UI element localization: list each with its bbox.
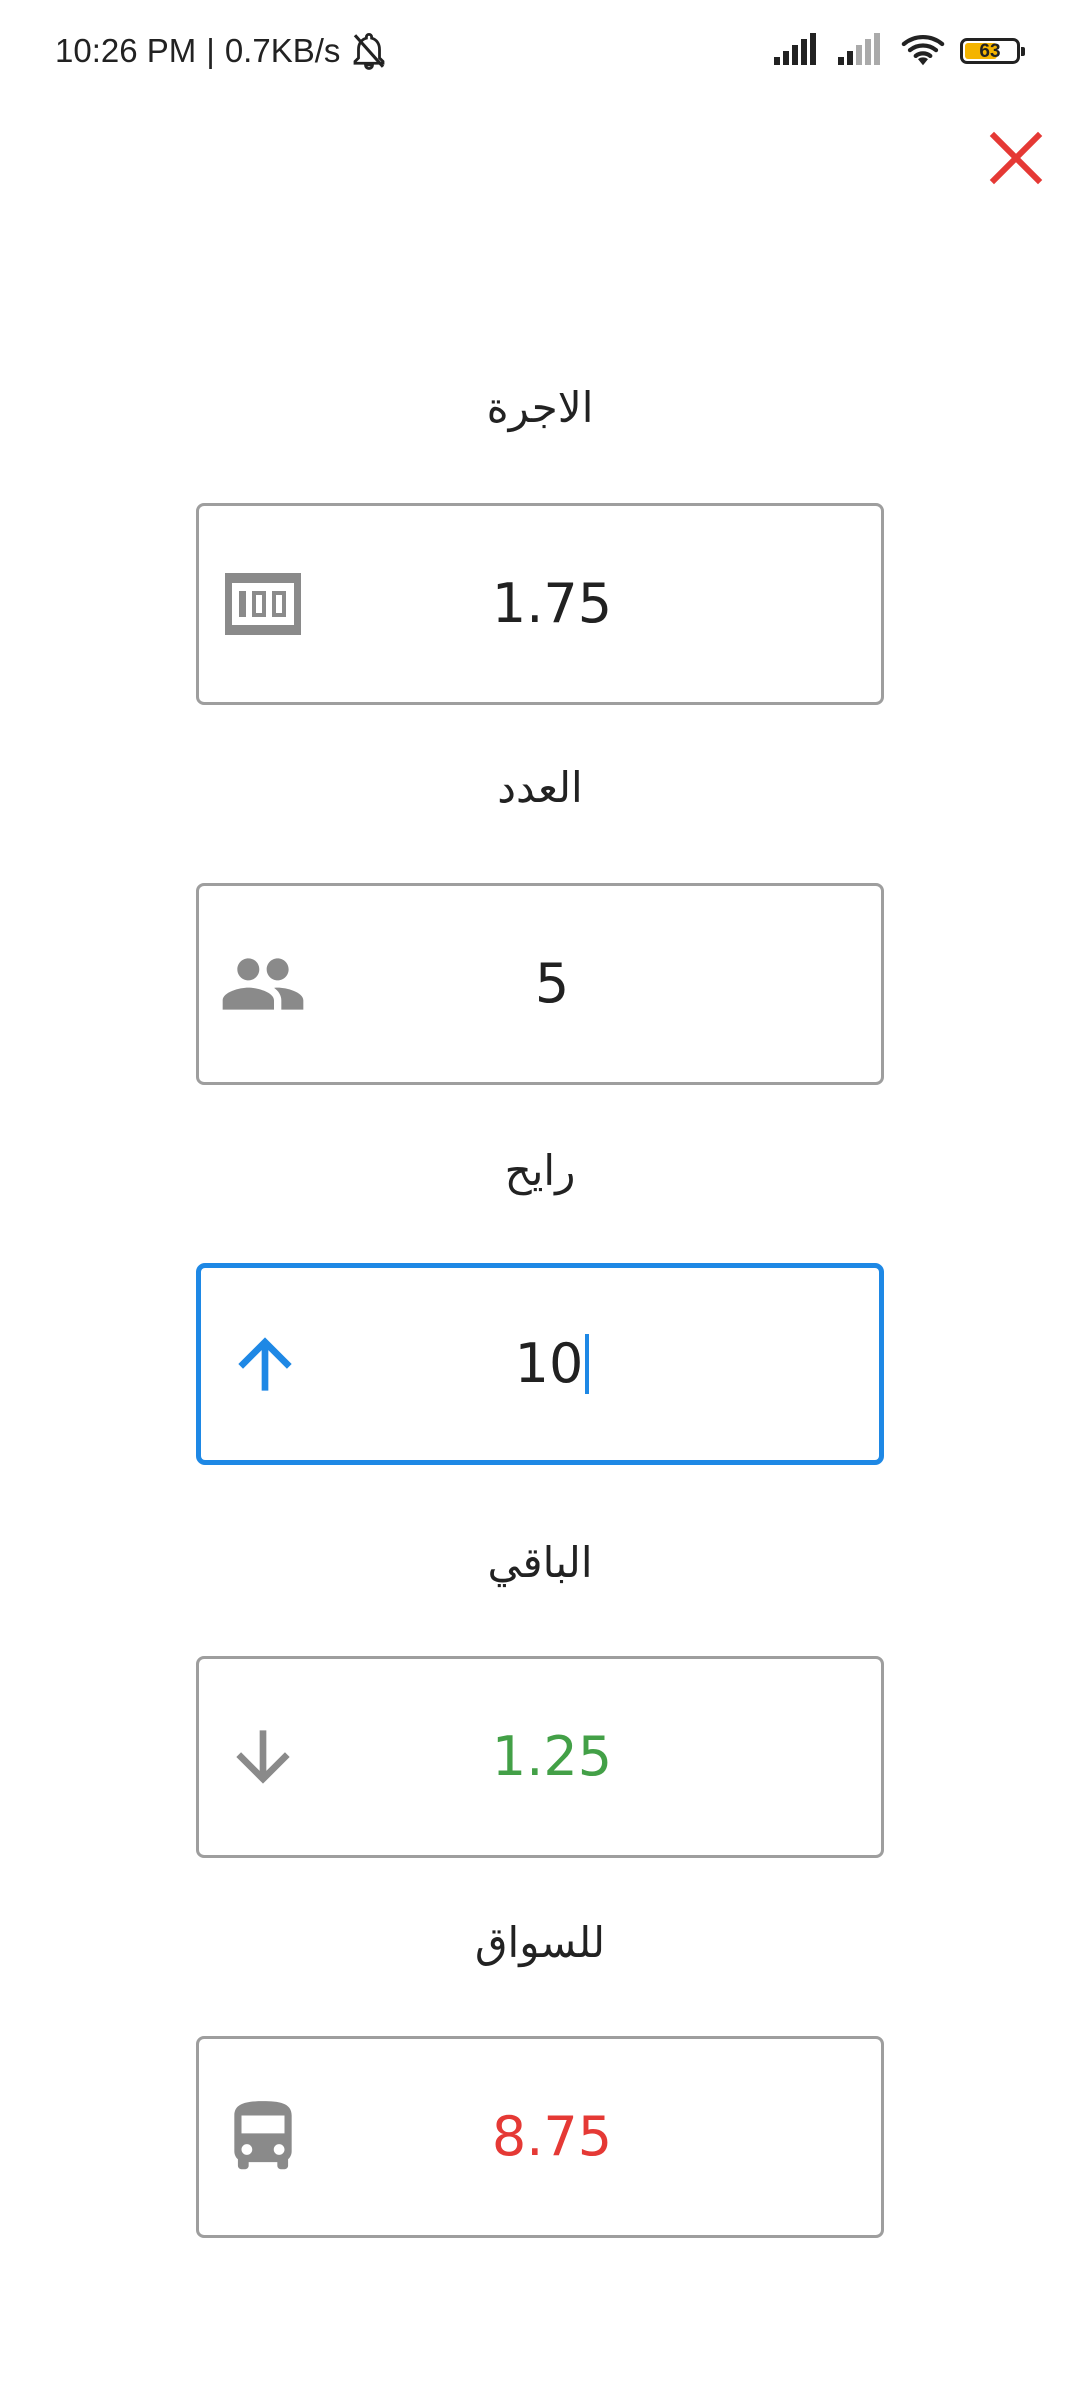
change-label: الباقي <box>487 1538 593 1587</box>
battery-icon: 63 <box>960 38 1025 64</box>
driver-field[interactable]: 8.75 <box>196 2036 884 2238</box>
count-value-text: 5 <box>534 952 570 1015</box>
status-left: 10:26 PM | 0.7KB/s <box>55 30 390 72</box>
count-field[interactable]: 5 <box>196 883 884 1085</box>
paid-field[interactable]: 10 <box>196 1263 884 1465</box>
fare-field[interactable]: 1.75 <box>196 503 884 705</box>
cell-signal-icon <box>772 33 822 69</box>
status-right: 63 <box>772 30 1025 72</box>
count-label: العدد <box>497 763 583 812</box>
paid-label: رايح <box>504 1146 576 1195</box>
status-separator: | <box>206 32 215 69</box>
paid-value-text: 10 <box>514 1332 584 1395</box>
close-button[interactable] <box>980 124 1052 196</box>
wifi-icon <box>900 31 946 71</box>
battery-level: 63 <box>979 40 1001 62</box>
change-value: 1.25 <box>199 1722 881 1792</box>
status-bar: 10:26 PM | 0.7KB/s 63 <box>0 0 1080 100</box>
close-icon <box>988 130 1044 190</box>
paid-value: 10 <box>201 1329 879 1399</box>
bell-off-icon <box>348 30 390 72</box>
status-net-speed: 0.7KB/s <box>224 32 341 69</box>
change-value-text: 1.25 <box>491 1725 613 1788</box>
count-value: 5 <box>199 949 881 1019</box>
fare-value: 1.75 <box>199 569 881 639</box>
cell-signal-icon <box>836 33 886 69</box>
driver-value: 8.75 <box>199 2102 881 2172</box>
change-field[interactable]: 1.25 <box>196 1656 884 1858</box>
fare-value-text: 1.75 <box>491 572 613 635</box>
driver-value-text: 8.75 <box>491 2105 613 2168</box>
fare-label: الاجرة <box>486 383 594 432</box>
text-caret <box>585 1334 590 1395</box>
driver-label: للسواق <box>474 1918 606 1967</box>
status-time: 10:26 PM <box>55 32 197 69</box>
